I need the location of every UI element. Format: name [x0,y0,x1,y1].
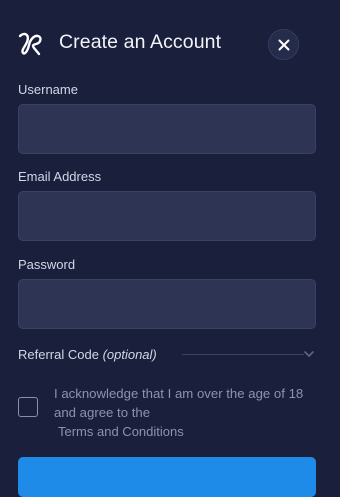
terms-and-conditions-link[interactable]: Terms and Conditions [58,424,184,439]
referral-divider [182,354,304,355]
modal-header: Create an Account [0,0,340,86]
age-acknowledgement-text: I acknowledge that I am over the age of … [54,386,304,420]
password-label: Password [18,257,76,272]
close-button[interactable] [268,29,299,60]
referral-code-label: Referral Code (optional) [18,347,157,362]
referral-optional-note: (optional) [102,347,157,362]
email-field[interactable] [18,191,316,241]
username-label: Username [18,82,78,97]
email-label: Email Address [18,169,102,184]
username-field[interactable] [18,104,316,154]
password-field[interactable] [18,279,316,329]
create-account-button[interactable] [18,457,316,497]
page-title: Create an Account [59,31,222,53]
chevron-down-icon [304,351,314,357]
referral-code-toggle[interactable]: Referral Code (optional) [18,345,318,365]
brand-logo-icon [18,32,42,56]
referral-code-text: Referral Code [18,347,99,362]
close-icon [278,39,289,50]
terms-checkbox[interactable] [18,397,38,417]
